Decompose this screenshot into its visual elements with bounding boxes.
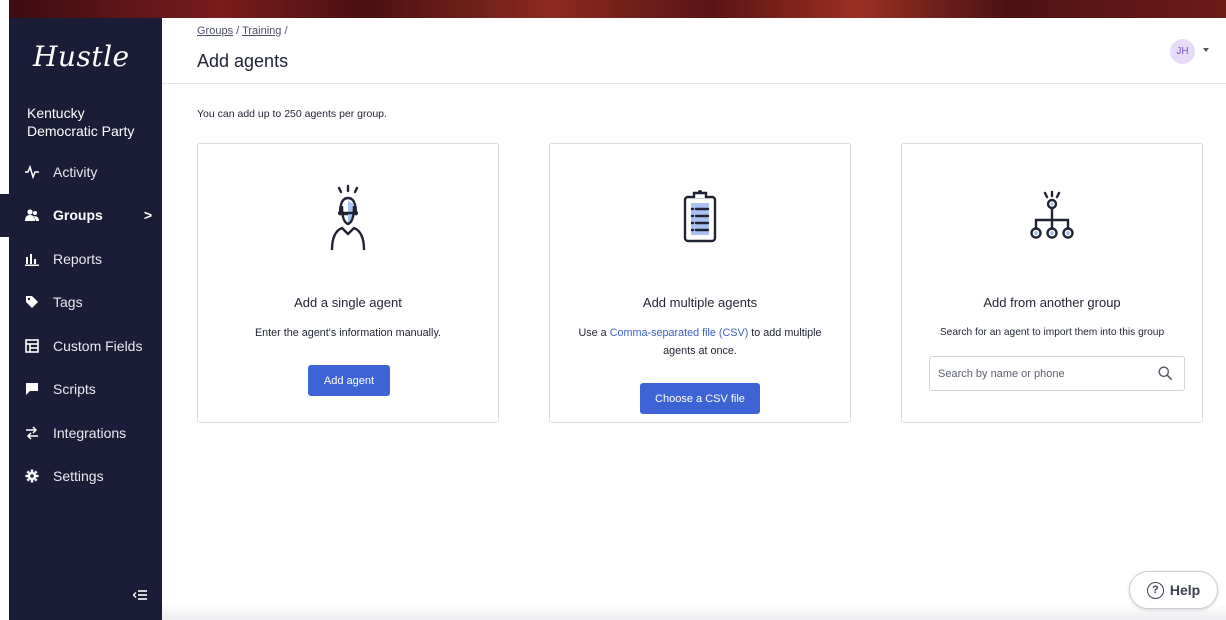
multiple-agents-card: Add multiple agents Use a Comma-separate… — [549, 143, 851, 423]
search-icon[interactable] — [1158, 366, 1172, 380]
page-header: Groups / Training / Add agents JH — [162, 18, 1226, 84]
card-title: Add multiple agents — [642, 295, 758, 310]
sidebar-item-integrations[interactable]: Integrations — [9, 411, 162, 455]
card-title: Add a single agent — [294, 295, 402, 310]
sidebar-item-label: Scripts — [53, 381, 96, 398]
choose-csv-button[interactable]: Choose a CSV file — [640, 383, 760, 414]
sidebar-item-tags[interactable]: Tags — [9, 281, 162, 325]
top-banner — [0, 0, 1226, 18]
sidebar-nav: Activity Groups > Reports Tags Custom Fi… — [0, 150, 162, 499]
window-edge — [0, 0, 9, 620]
sidebar-item-label: Integrations — [53, 424, 127, 441]
sidebar-item-custom-fields[interactable]: Custom Fields — [9, 324, 162, 368]
sidebar-item-settings[interactable]: Settings — [9, 455, 162, 499]
hierarchy-icon — [902, 190, 1202, 244]
agent-person-icon — [198, 184, 498, 252]
question-icon: ? — [1146, 581, 1164, 599]
breadcrumb-separator: / — [236, 25, 240, 37]
clipboard-list-icon — [550, 189, 850, 243]
another-group-card: Add from another group Search for an age… — [901, 143, 1203, 423]
gear-icon — [25, 469, 39, 483]
sidebar-item-reports[interactable]: Reports — [9, 237, 162, 281]
breadcrumb-groups[interactable]: Groups — [197, 25, 233, 37]
add-agent-button[interactable]: Add agent — [308, 365, 390, 396]
bottom-fade — [162, 604, 1226, 620]
sidebar-item-label: Activity — [53, 163, 98, 180]
breadcrumb: Groups / Training / — [197, 25, 288, 37]
card-title: Add from another group — [983, 295, 1121, 310]
sidebar-item-label: Settings — [53, 468, 104, 485]
help-label: Help — [1169, 582, 1201, 598]
help-button[interactable]: ? Help — [1129, 571, 1218, 609]
sidebar: Hustle Kentucky Democratic Party Activit… — [0, 18, 162, 620]
sidebar-item-activity[interactable]: Activity — [9, 150, 162, 194]
app-logo[interactable]: Hustle — [33, 40, 130, 73]
integrations-icon — [25, 426, 39, 440]
chevron-down-icon[interactable] — [1203, 48, 1209, 52]
sidebar-item-label: Tags — [53, 294, 83, 311]
breadcrumb-training[interactable]: Training — [242, 25, 281, 37]
avatar[interactable]: JH — [1170, 39, 1195, 64]
intro-text: You can add up to 250 agents per group. — [197, 108, 387, 120]
csv-help-link[interactable]: Comma-separated file (CSV) — [610, 327, 749, 339]
collapse-sidebar-icon[interactable] — [132, 588, 147, 602]
card-description: Enter the agent's information manually. — [254, 327, 442, 339]
custom-fields-icon — [25, 338, 39, 353]
search-input[interactable] — [930, 357, 1150, 390]
groups-icon — [25, 208, 39, 222]
sidebar-item-label: Custom Fields — [53, 337, 143, 354]
card-description: Use a Comma-separated file (CSV) to add … — [564, 324, 836, 360]
sidebar-item-scripts[interactable]: Scripts — [9, 368, 162, 412]
tag-icon — [25, 295, 39, 309]
scripts-icon — [25, 382, 39, 396]
single-agent-card: Add a single agent Enter the agent's inf… — [197, 143, 499, 423]
sidebar-item-groups[interactable]: Groups > — [0, 193, 162, 238]
agent-search-field[interactable] — [929, 356, 1185, 391]
breadcrumb-separator: / — [284, 25, 288, 37]
card-description: Search for an agent to import them into … — [939, 327, 1165, 338]
desc-prefix: Use a — [578, 327, 610, 339]
reports-icon — [25, 252, 39, 266]
chevron-right-icon: > — [143, 206, 152, 223]
sidebar-item-label: Reports — [53, 250, 103, 267]
activity-icon — [25, 164, 39, 179]
org-name: Kentucky Democratic Party — [27, 105, 135, 139]
page-title: Add agents — [197, 51, 289, 71]
sidebar-item-label: Groups — [53, 207, 103, 224]
